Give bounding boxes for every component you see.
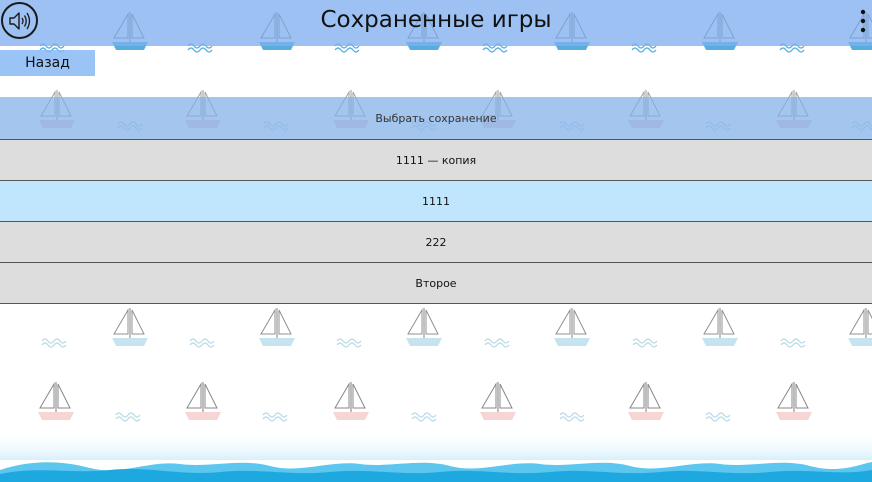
top-bar: Сохраненные игры [0, 0, 872, 46]
speaker-icon [8, 11, 30, 30]
sea-waves-decoration [0, 430, 872, 482]
back-button[interactable]: Назад [0, 50, 95, 76]
sound-toggle-button[interactable] [1, 2, 38, 39]
save-item[interactable]: 222 [0, 221, 872, 262]
save-list: 1111 — копия 1111 222 Второе [0, 139, 872, 304]
save-item-selected[interactable]: 1111 [0, 180, 872, 221]
save-item[interactable]: Второе [0, 262, 872, 304]
more-vertical-icon [860, 9, 866, 33]
page-title: Сохраненные игры [320, 7, 552, 33]
more-menu-button[interactable] [856, 8, 870, 34]
save-item[interactable]: 1111 — копия [0, 139, 872, 180]
save-list-header: Выбрать сохранение [0, 97, 872, 139]
